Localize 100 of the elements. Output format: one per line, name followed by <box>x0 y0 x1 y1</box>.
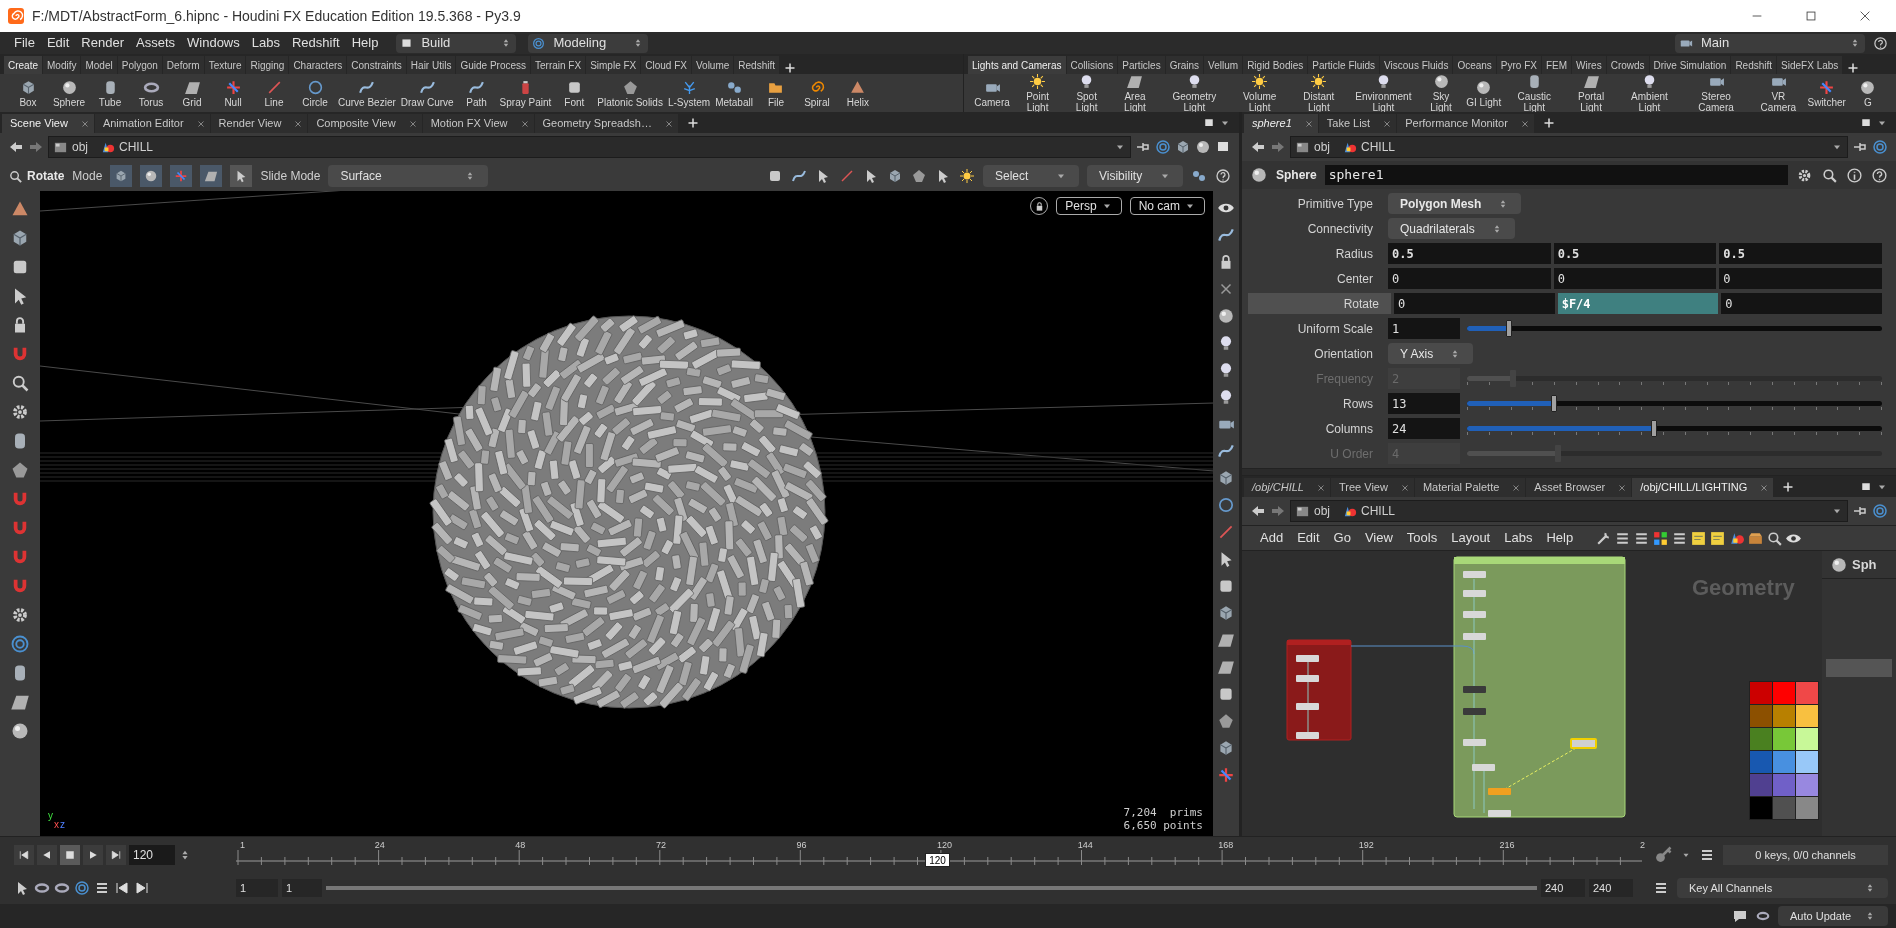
number-field[interactable]: 0 <box>1388 268 1551 289</box>
range-end-field[interactable]: 240 <box>1589 879 1633 897</box>
shelf-tool[interactable]: VR Camera <box>1753 73 1804 112</box>
playhead-marker[interactable]: 120 <box>925 853 950 867</box>
dropdown[interactable]: Select <box>983 165 1079 187</box>
shelf-tab[interactable]: Cloud FX <box>641 56 691 74</box>
shelf-tool[interactable]: Spiral <box>798 78 835 108</box>
shelf-tool[interactable]: Stereo Camera <box>1683 73 1749 112</box>
menu-item[interactable]: Redshift <box>285 33 346 53</box>
desktop-dropdown[interactable]: Modeling <box>528 33 649 53</box>
dropdown[interactable]: Y Axis <box>1388 343 1474 364</box>
node-name-field[interactable]: sphere1 <box>1324 165 1788 185</box>
dropdown[interactable]: Visibility <box>1087 165 1183 187</box>
shelf-tab[interactable]: Viscous Fluids <box>1380 56 1453 74</box>
number-field[interactable]: 0.5 <box>1388 243 1551 264</box>
menu-item[interactable]: Render <box>75 33 130 53</box>
shelf-tool[interactable]: Spray Paint <box>499 78 552 108</box>
shelf-tool[interactable]: Sphere <box>51 78 87 108</box>
pane-tab[interactable]: Scene View <box>2 114 94 133</box>
shelf-tab[interactable]: Redshift <box>1731 56 1777 74</box>
desktop-dropdown[interactable]: Build <box>396 33 517 53</box>
shelf-tab[interactable]: Lights and Cameras <box>968 56 1066 74</box>
shelf-tool[interactable]: Path <box>458 78 495 108</box>
shelf-tool[interactable]: Tube <box>92 78 128 108</box>
number-field[interactable]: 0 <box>1721 293 1882 314</box>
number-field[interactable]: 24 <box>1388 418 1460 439</box>
pane-tab[interactable]: Asset Browser <box>1526 478 1632 497</box>
pane-tab[interactable]: Tree View <box>1331 478 1414 497</box>
shelf-tool[interactable]: GI Light <box>1465 78 1502 108</box>
shelf-tool[interactable]: Curve Bezier <box>338 78 396 108</box>
shelf-tool[interactable]: Torus <box>133 78 169 108</box>
number-field[interactable]: 13 <box>1388 393 1460 414</box>
menu-item[interactable]: Labs <box>1498 528 1539 548</box>
path-segment[interactable]: CHILL <box>1342 502 1404 520</box>
timeline-track[interactable]: 1 24 48 72 96 120 144 168 192 216 2 120 <box>236 837 1645 873</box>
pane-tab[interactable]: Performance Monitor <box>1397 114 1534 133</box>
menu-item[interactable]: Go <box>1327 528 1357 548</box>
menu-item[interactable]: View <box>1358 528 1399 548</box>
dropdown[interactable]: No cam <box>1129 197 1205 215</box>
shelf-tab[interactable]: Particles <box>1118 56 1165 74</box>
shelf-tool[interactable]: Switcher <box>1808 78 1845 108</box>
shelf-tool[interactable]: Line <box>256 78 292 108</box>
shelf-tab[interactable]: Wires <box>1572 56 1606 74</box>
shelf-tab[interactable]: Grains <box>1165 56 1204 74</box>
shelf-tool[interactable]: Font <box>556 78 593 108</box>
shelf-tab[interactable]: Oceans <box>1453 56 1496 74</box>
path-segment[interactable]: CHILL <box>1342 138 1404 156</box>
shelf-tool[interactable]: Camera <box>974 78 1010 108</box>
shelf-tab[interactable]: Pyro FX <box>1496 56 1541 74</box>
range-start-field[interactable]: 1 <box>282 879 322 897</box>
shelf-tool[interactable]: Circle <box>297 78 333 108</box>
pane-tab[interactable]: Animation Editor <box>94 114 210 133</box>
pane-tab[interactable]: Geometry Spreadsh… <box>534 114 678 133</box>
pane-tab[interactable]: /obj/CHILL <box>1244 478 1330 497</box>
path-segment[interactable]: CHILL <box>100 138 162 156</box>
shelf-tab[interactable]: Constraints <box>347 56 406 74</box>
range-start-field[interactable]: 1 <box>236 879 278 897</box>
dropdown[interactable]: Key All Channels <box>1677 878 1888 898</box>
pane-tab[interactable]: Composite View <box>308 114 422 133</box>
shelf-tab[interactable]: Vellum <box>1204 56 1243 74</box>
shelf-tab[interactable]: Particle Fluids <box>1308 56 1380 74</box>
path-segment[interactable]: obj <box>1295 502 1338 520</box>
shelf-tool[interactable]: Metaball <box>715 78 753 108</box>
path-field[interactable]: obj CHILL <box>1290 136 1848 158</box>
path-field[interactable]: obj CHILL <box>1290 500 1848 522</box>
pane-tab[interactable]: Render View <box>210 114 308 133</box>
range-end-field[interactable]: 240 <box>1541 879 1585 897</box>
shelf-tab[interactable]: Modify <box>43 56 81 74</box>
shelf-tab[interactable]: Collisions <box>1066 56 1118 74</box>
shelf-tab[interactable]: Guide Process <box>456 56 530 74</box>
shelf-tab[interactable]: Simple FX <box>586 56 641 74</box>
menu-item[interactable]: Layout <box>1445 528 1497 548</box>
menu-item[interactable]: Add <box>1254 528 1290 548</box>
shelf-tab[interactable]: Drive Simulation <box>1649 56 1731 74</box>
dropdown[interactable]: Surface <box>328 165 489 187</box>
shelf-tool[interactable]: G <box>1850 78 1886 108</box>
menu-item[interactable]: Assets <box>130 33 181 53</box>
desktop-dropdown[interactable]: Main <box>1675 33 1865 53</box>
shelf-tab[interactable]: Rigid Bodies <box>1243 56 1308 74</box>
dropdown[interactable]: Quadrilaterals <box>1388 218 1515 239</box>
path-segment[interactable]: obj <box>53 138 96 156</box>
menu-item[interactable]: Tools <box>1400 528 1444 548</box>
shelf-tab[interactable]: Characters <box>289 56 347 74</box>
shelf-tool[interactable]: Platonic Solids <box>597 78 663 108</box>
number-field[interactable]: 0.5 <box>1719 243 1882 264</box>
menu-item[interactable]: Labs <box>245 33 286 53</box>
shelf-tab[interactable]: Model <box>81 56 117 74</box>
shelf-tab[interactable]: Hair Utils <box>406 56 456 74</box>
shelf-tab[interactable]: Create <box>4 56 42 74</box>
menu-item[interactable]: Windows <box>181 33 246 53</box>
shelf-tab[interactable]: Volume <box>691 56 734 74</box>
shelf-tab[interactable]: Crowds <box>1606 56 1649 74</box>
menu-item[interactable]: Help <box>345 33 385 53</box>
path-field[interactable]: obj CHILL <box>48 136 1131 158</box>
menu-item[interactable]: Edit <box>1291 528 1326 548</box>
number-field[interactable]: 0 <box>1394 293 1555 314</box>
number-field[interactable]: 0 <box>1553 268 1717 289</box>
pane-tab[interactable]: Motion FX View <box>422 114 534 133</box>
menu-item[interactable]: Help <box>1540 528 1580 548</box>
shelf-tool[interactable]: Box <box>10 78 46 108</box>
